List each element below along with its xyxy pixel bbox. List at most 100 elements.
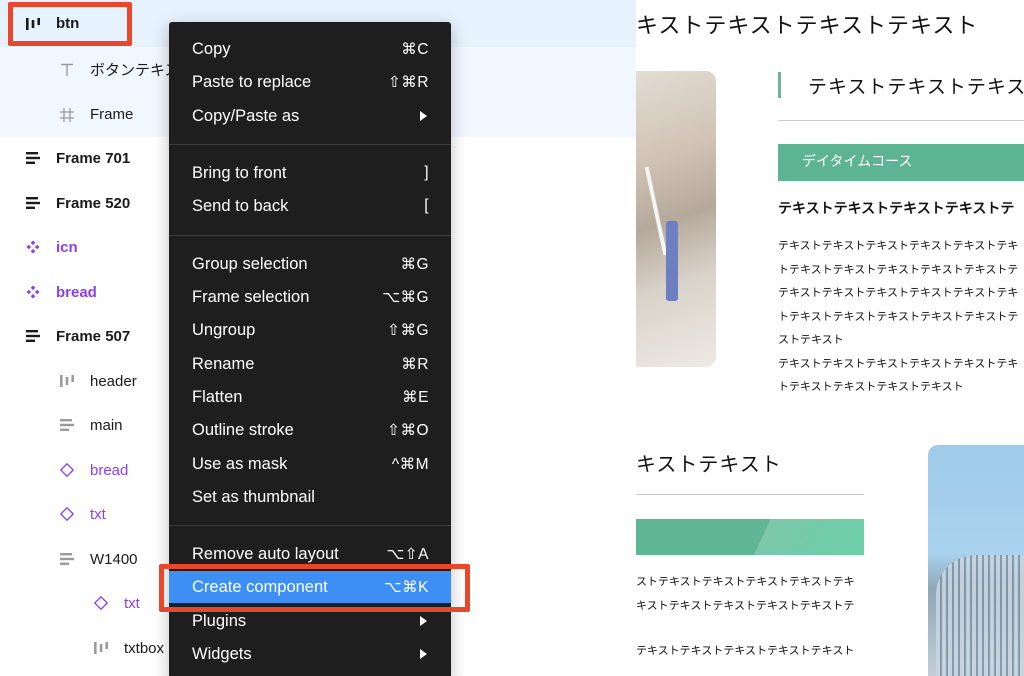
green-banner	[636, 519, 864, 555]
menu-item-label: Rename	[192, 354, 255, 373]
layer-name: btn	[56, 15, 80, 32]
vertical-auto-layout-icon	[24, 194, 42, 212]
menu-item-rename[interactable]: Rename ⌘R	[169, 348, 451, 380]
menu-item-label: Copy	[192, 39, 231, 58]
menu-item-label: Copy/Paste as	[192, 106, 300, 125]
menu-item-label: Frame selection	[192, 287, 310, 306]
layer-name: main	[90, 416, 123, 434]
menu-item-label: Use as mask	[192, 454, 288, 473]
menu-item-label: Ungroup	[192, 320, 256, 339]
layer-name: Frame 520	[56, 194, 131, 212]
menu-item-plugins[interactable]: Plugins	[169, 605, 451, 637]
menu-item-label: Bring to front	[192, 163, 287, 182]
menu-item-send-to-back[interactable]: Send to back [	[169, 190, 451, 222]
vertical-auto-layout-icon	[58, 550, 76, 568]
menu-item-flatten[interactable]: Flatten ⌘E	[169, 381, 451, 413]
course-label-band: デイタイムコース	[778, 144, 1024, 181]
menu-item-label: Paste to replace	[192, 72, 312, 91]
hospital-photo	[636, 71, 716, 367]
vertical-auto-layout-icon	[24, 149, 42, 167]
divider-line	[636, 494, 864, 495]
text-layer-icon	[58, 61, 76, 79]
menu-item-shortcut: ⇧⌘O	[386, 421, 429, 439]
text-line: ストテキスト	[778, 333, 844, 346]
menu-item-label: Send to back	[192, 196, 289, 215]
text-line: テキストテキストテキストテキストテキストテキ	[778, 356, 1019, 370]
vertical-auto-layout-icon	[58, 416, 76, 434]
layer-name: bread	[56, 283, 97, 301]
menu-item-widgets[interactable]: Widgets	[169, 638, 451, 670]
building-photo	[928, 445, 1024, 676]
submenu-arrow-icon	[420, 616, 427, 626]
heading-accent-bar	[778, 72, 781, 98]
text-line: ストテキストテキストテキストテキストテキ	[636, 575, 855, 588]
instance-icon	[58, 461, 76, 479]
layer-name: Frame	[90, 106, 134, 123]
menu-separator	[169, 525, 451, 526]
layer-name: W1400	[90, 550, 138, 568]
menu-item-shortcut: ⇧⌘G	[386, 321, 429, 339]
frame-hash-icon	[58, 106, 76, 124]
iv-bag-shape	[666, 221, 678, 301]
menu-item-shortcut: ⌘G	[400, 255, 429, 273]
divider-line	[778, 120, 1024, 121]
canvas-body-text-3: テキストテキストテキストテキストテキスト	[636, 644, 855, 657]
menu-item-use-as-mask[interactable]: Use as mask ^⌘M	[169, 448, 451, 480]
layer-name: txt	[124, 594, 140, 612]
menu-item-create-component[interactable]: Create component ⌥⌘K	[169, 571, 451, 603]
canvas-subheading: テキストテキストテキストテキストテ	[778, 201, 1015, 217]
menu-item-group-selection[interactable]: Group selection ⌘G	[169, 248, 451, 280]
menu-item-paste-to-replace[interactable]: Paste to replace ⇧⌘R	[169, 66, 451, 98]
menu-item-label: Outline stroke	[192, 420, 294, 439]
submenu-arrow-icon	[420, 649, 427, 659]
layer-name: txt	[90, 505, 106, 523]
text-line: テキストテキストテキストテキストテキストテキ	[778, 286, 1019, 299]
menu-item-shortcut: ⌥⌘G	[382, 288, 429, 306]
menu-item-shortcut: [	[424, 197, 429, 214]
menu-item-outline-stroke[interactable]: Outline stroke ⇧⌘O	[169, 414, 451, 446]
canvas-heading-3: キストテキスト	[636, 452, 782, 476]
horizontal-auto-layout-icon	[58, 372, 76, 390]
context-menu: Copy ⌘C Paste to replace ⇧⌘R Copy/Paste as Br…	[169, 22, 451, 676]
menu-item-shortcut: ⌘E	[402, 388, 429, 406]
menu-item-shortcut: ⌘C	[401, 40, 429, 58]
menu-item-copy[interactable]: Copy ⌘C	[169, 33, 451, 65]
menu-item-label: Widgets	[192, 644, 252, 663]
menu-item-label: Remove auto layout	[192, 544, 339, 563]
layer-name: Frame 507	[56, 327, 131, 345]
layer-name: Frame 701	[56, 149, 131, 167]
text-line: トテキストテキストテキストテキストテキストテ	[778, 262, 1019, 276]
canvas-body-text-2: ストテキストテキストテキストテキストテキ キストテキストテキストテキストテキストテ	[636, 570, 855, 618]
horizontal-auto-layout-icon	[24, 15, 42, 33]
canvas-body-text: テキストテキストテキストテキストテキストテキ トテキストテキストテキストテキストテ…	[778, 234, 1018, 399]
text-line: トテキストテキストテキストテキスト	[778, 380, 964, 393]
component-icon	[24, 238, 42, 256]
menu-item-shortcut: ⌘R	[401, 355, 429, 373]
menu-item-label: Set as thumbnail	[192, 487, 315, 506]
iv-tube-shape	[644, 166, 668, 256]
canvas-heading-2: テキストテキストテキスト	[808, 76, 1024, 98]
layer-name: txtbox	[124, 639, 165, 657]
menu-item-shortcut: ^⌘M	[391, 455, 429, 473]
menu-item-frame-selection[interactable]: Frame selection ⌥⌘G	[169, 281, 451, 313]
menu-item-shortcut: ⌥⇧A	[386, 545, 429, 563]
menu-item-set-as-thumbnail[interactable]: Set as thumbnail	[169, 481, 451, 513]
menu-item-shortcut: ⌥⌘K	[383, 578, 429, 596]
component-icon	[24, 283, 42, 301]
layer-name: bread	[90, 461, 129, 479]
vertical-auto-layout-icon	[24, 327, 42, 345]
menu-item-ungroup[interactable]: Ungroup ⇧⌘G	[169, 314, 451, 346]
instance-icon	[92, 594, 110, 612]
menu-separator	[169, 235, 451, 236]
layer-name: header	[90, 372, 137, 390]
menu-item-shortcut: ]	[424, 164, 429, 181]
menu-item-copy-paste-as[interactable]: Copy/Paste as	[169, 100, 451, 132]
menu-item-bring-to-front[interactable]: Bring to front]	[169, 157, 451, 189]
instance-icon	[58, 505, 76, 523]
menu-item-label: Flatten	[192, 387, 243, 406]
design-canvas[interactable]: キストテキストテキストテキスト テキストテキストテキスト デイタイムコース テキ…	[636, 0, 1024, 676]
menu-separator	[169, 144, 451, 145]
text-line: キストテキストテキストテキストテキストテ	[636, 599, 855, 612]
menu-item-remove-auto-layout[interactable]: Remove auto layout ⌥⇧A	[169, 538, 451, 570]
submenu-arrow-icon	[420, 111, 427, 121]
